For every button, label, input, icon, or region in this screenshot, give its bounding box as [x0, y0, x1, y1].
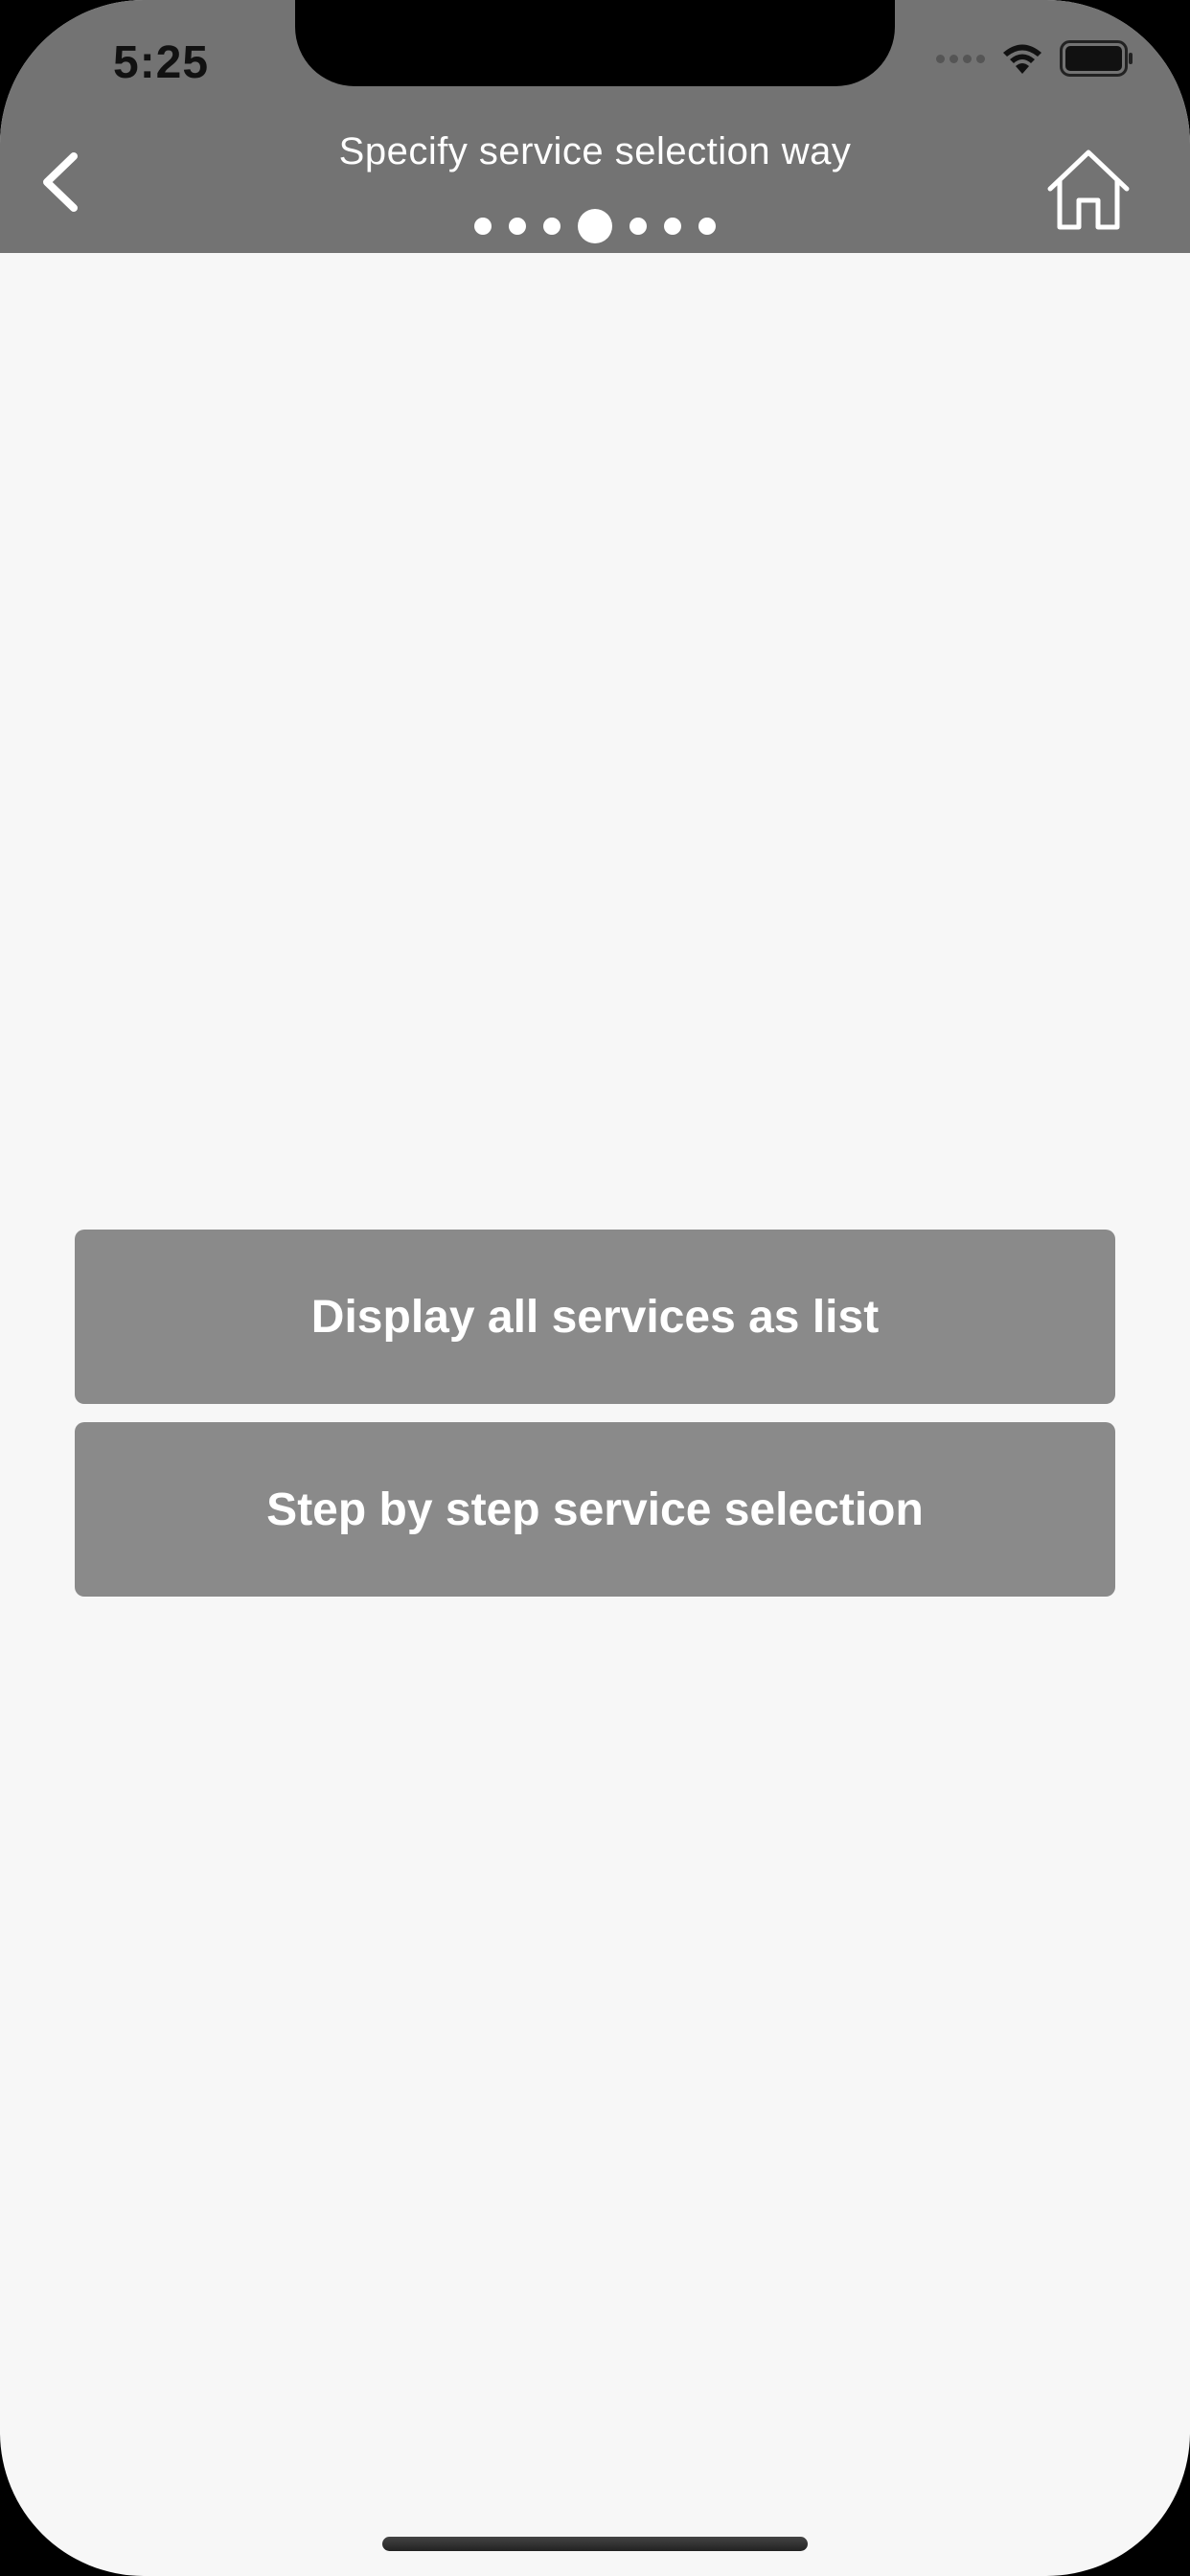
status-time: 5:25: [113, 37, 210, 88]
page-title: Specify service selection way: [338, 130, 852, 172]
cellular-signal-icon: [936, 54, 985, 63]
battery-icon: [1060, 40, 1133, 77]
chevron-left-icon: [43, 152, 78, 212]
display-all-services-button[interactable]: Display all services as list: [75, 1230, 1115, 1404]
page-dot-1: [474, 218, 492, 235]
header: 5:25 Specify service selection way: [0, 0, 1190, 253]
page-dot-7: [698, 218, 716, 235]
status-icons: [936, 40, 1134, 77]
home-button[interactable]: [1041, 146, 1136, 234]
step-by-step-selection-button[interactable]: Step by step service selection: [75, 1422, 1115, 1597]
page-indicator: [0, 209, 1190, 243]
page-dot-3: [543, 218, 561, 235]
wifi-icon: [1003, 44, 1041, 74]
page-dot-4-current: [578, 209, 612, 243]
home-icon: [1047, 150, 1130, 230]
home-indicator[interactable]: [382, 2537, 808, 2551]
device-notch: [295, 0, 895, 86]
page-dot-6: [664, 218, 681, 235]
app-screen: 5:25 Specify service selection way Displ…: [0, 0, 1190, 2576]
page-dot-2: [509, 218, 526, 235]
navigation-bar: Specify service selection way: [0, 115, 1190, 253]
page-dot-5: [629, 218, 647, 235]
